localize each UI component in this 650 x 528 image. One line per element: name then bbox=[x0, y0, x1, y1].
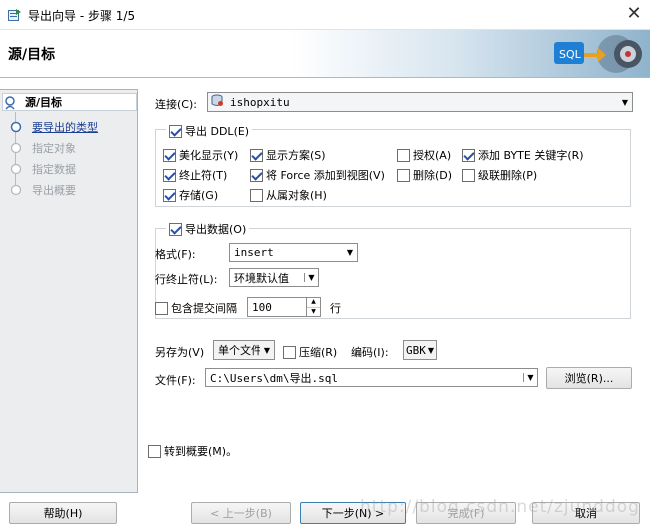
spinner-arrows-icon[interactable]: ▲ ▼ bbox=[306, 298, 320, 316]
terminator-checkbox[interactable]: 终止符(T) bbox=[163, 167, 227, 183]
step-export-summary: 导出概要 bbox=[10, 181, 76, 199]
window-title: 导出向导 - 步骤 1/5 bbox=[28, 9, 136, 23]
add-byte-keyword-checkbox[interactable]: 添加 BYTE 关键字(R) bbox=[462, 147, 584, 163]
current-step-icon bbox=[3, 96, 15, 110]
dependent-objects-checkbox[interactable]: 从属对象(H) bbox=[250, 187, 327, 203]
checkbox-checked-icon bbox=[462, 148, 475, 162]
chevron-down-icon: ▼ bbox=[263, 345, 271, 355]
chevron-down-icon: ▼ bbox=[346, 248, 354, 257]
checkbox-checked-icon bbox=[250, 148, 263, 162]
checkbox-checked-icon bbox=[163, 148, 176, 162]
file-path-combo[interactable]: C:\Users\dm\导出.sql ▼ bbox=[205, 368, 538, 387]
force-to-views-checkbox[interactable]: 将 Force 添加到视图(V) bbox=[250, 167, 385, 183]
goto-summary-checkbox[interactable]: 转到概要(M)。 bbox=[148, 443, 237, 459]
checkbox-checked-icon bbox=[163, 188, 176, 202]
back-button[interactable]: < 上一步(B) bbox=[191, 502, 291, 524]
checkbox-unchecked-icon bbox=[397, 148, 410, 162]
compress-checkbox[interactable]: 压缩(R) bbox=[283, 344, 337, 360]
storage-checkbox[interactable]: 存储(G) bbox=[163, 187, 218, 203]
drop-checkbox[interactable]: 删除(D) bbox=[397, 167, 452, 183]
checkbox-unchecked-icon bbox=[283, 345, 296, 359]
show-schema-checkbox[interactable]: 显示方案(S) bbox=[250, 147, 326, 163]
database-export-logo: SQL bbox=[554, 35, 642, 73]
chevron-down-icon: ▼ bbox=[523, 373, 537, 382]
rows-unit-label: 行 bbox=[330, 302, 341, 315]
save-as-label: 另存为(V) bbox=[155, 346, 205, 359]
pretty-print-checkbox[interactable]: 美化显示(Y) bbox=[163, 147, 238, 163]
help-button[interactable]: 帮助(H) bbox=[9, 502, 117, 524]
header-banner: 源/目标 SQL bbox=[0, 30, 650, 78]
checkbox-unchecked-icon bbox=[397, 168, 410, 182]
step-source-target[interactable]: 源/目标 bbox=[2, 93, 137, 111]
format-label: 格式(F): bbox=[155, 248, 196, 261]
page-title: 源/目标 bbox=[8, 47, 56, 63]
commit-interval-checkbox[interactable]: 包含提交间隔 bbox=[155, 300, 237, 316]
checkbox-checked-icon bbox=[169, 124, 182, 138]
chevron-down-icon: ▼ bbox=[427, 345, 435, 355]
checkbox-unchecked-icon bbox=[148, 444, 161, 458]
title-bar: 导出向导 - 步骤 1/5 ✕ bbox=[0, 0, 650, 30]
step-circle-icon bbox=[10, 142, 22, 154]
grants-checkbox[interactable]: 授权(A) bbox=[397, 147, 451, 163]
svg-text:SQL: SQL bbox=[559, 48, 582, 61]
commit-interval-spinner[interactable]: 100 ▲ ▼ bbox=[247, 297, 321, 317]
checkbox-unchecked-icon bbox=[250, 188, 263, 202]
encoding-label: 编码(I): bbox=[351, 346, 389, 359]
save-as-select[interactable]: 单个文件 ▼ bbox=[213, 340, 275, 360]
step-circle-icon bbox=[10, 121, 22, 133]
export-data-checkbox[interactable]: 导出数据(O) bbox=[166, 221, 250, 237]
line-terminator-select[interactable]: 环境默认值 ▼ bbox=[229, 268, 319, 287]
line-terminator-label: 行终止符(L): bbox=[155, 273, 218, 286]
checkbox-checked-icon bbox=[169, 222, 182, 236]
format-select[interactable]: insert ▼ bbox=[229, 243, 358, 262]
wizard-steps-sidebar: 源/目标 要导出的类型 指定对象 指定数据 导出概要 bbox=[0, 89, 138, 493]
checkbox-checked-icon bbox=[163, 168, 176, 182]
connection-label: 连接(C): bbox=[155, 98, 197, 111]
export-ddl-checkbox[interactable]: 导出 DDL(E) bbox=[166, 123, 253, 139]
chevron-down-icon: ▼ bbox=[304, 273, 318, 282]
database-connection-icon bbox=[208, 94, 226, 110]
watermark-text: http://blog.csdn.net/zjunddog bbox=[360, 497, 640, 517]
encoding-select[interactable]: GBK ▼ bbox=[403, 340, 437, 360]
step-circle-icon bbox=[10, 163, 22, 175]
export-wizard-icon bbox=[8, 9, 21, 21]
cascade-drop-checkbox[interactable]: 级联删除(P) bbox=[462, 167, 537, 183]
close-icon[interactable]: ✕ bbox=[622, 3, 646, 25]
chevron-down-icon: ▼ bbox=[621, 97, 629, 107]
file-label: 文件(F): bbox=[155, 374, 196, 387]
checkbox-checked-icon bbox=[250, 168, 263, 182]
connection-select[interactable]: ishopxitu ▼ bbox=[207, 92, 633, 112]
browse-button[interactable]: 浏览(R)... bbox=[546, 367, 632, 389]
step-export-types[interactable]: 要导出的类型 bbox=[10, 118, 98, 136]
step-circle-icon bbox=[10, 184, 22, 196]
step-specify-data: 指定数据 bbox=[10, 160, 76, 178]
step-specify-objects: 指定对象 bbox=[10, 139, 76, 157]
checkbox-unchecked-icon bbox=[155, 301, 168, 315]
checkbox-unchecked-icon bbox=[462, 168, 475, 182]
